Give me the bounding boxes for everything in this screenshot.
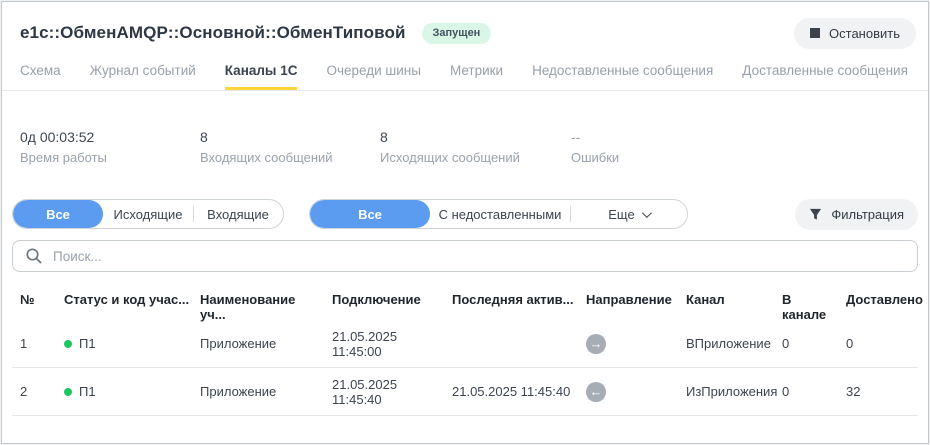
tab-bus-queues[interactable]: Очереди шины: [326, 63, 420, 91]
search-bar: [12, 240, 918, 272]
cell-number: 2: [20, 384, 28, 399]
tab-delivered-messages[interactable]: Доставленные сообщения: [742, 63, 908, 91]
cell-direction: ←: [578, 381, 678, 402]
cell-channel: ИзПриложения: [686, 384, 778, 399]
tab-bar: Схема Журнал событий Каналы 1С Очереди ш…: [2, 58, 928, 91]
cell-delivered: 0: [846, 336, 854, 351]
col-header-in-channel: В канале: [782, 292, 827, 322]
stat-incoming-value: 8: [200, 129, 208, 145]
status-code: П1: [79, 384, 96, 399]
status-online-dot-icon: [64, 339, 72, 348]
filtration-button[interactable]: Фильтрация: [795, 198, 918, 230]
header: e1c::ОбменAMQP::Основной::ОбменТиповой З…: [2, 2, 928, 58]
stats-row: 0д 00:03:52 Время работы 8 Входящих сооб…: [2, 91, 928, 165]
col-header-status-code: Статус и код учас...: [64, 292, 190, 307]
tab-metrics[interactable]: Метрики: [450, 63, 503, 91]
filter-toolbar: Все Исходящие Входящие Все С недоставлен…: [2, 198, 928, 230]
cell-number: 1: [20, 336, 28, 351]
cell-direction: →: [578, 333, 678, 354]
cell-name: Приложение: [200, 384, 277, 399]
stop-button[interactable]: Остановить: [794, 17, 916, 49]
stat-outgoing-label: Исходящих сообщений: [380, 150, 520, 165]
stat-errors-value: --: [571, 129, 581, 145]
col-header-number: №: [20, 292, 35, 307]
stop-icon: [810, 28, 821, 38]
col-header-name: Наименование уч...: [200, 292, 296, 322]
status-badge: Запущен: [421, 22, 492, 44]
search-icon: [26, 248, 42, 264]
stat-outgoing-messages: 8 Исходящих сообщений: [380, 129, 560, 165]
page-title: e1c::ОбменAMQP::Основной::ОбменТиповой: [20, 23, 406, 42]
table-row[interactable]: 2 П1 Приложение 21.05.2025 11:45:40 21.0…: [12, 368, 918, 416]
chevron-down-icon: [641, 207, 652, 218]
cell-connection: 21.05.2025 11:45:40: [332, 376, 398, 407]
tab-undelivered-messages[interactable]: Недоставленные сообщения: [532, 63, 713, 91]
delivery-filter-more[interactable]: Еще: [570, 200, 687, 228]
arrow-right-circle-icon: →: [586, 333, 606, 354]
tab-event-log[interactable]: Журнал событий: [90, 63, 196, 91]
cell-status: П1: [56, 384, 192, 399]
delivery-filter-all[interactable]: Все: [310, 200, 430, 228]
col-header-connection: Подключение: [332, 292, 421, 307]
status-code: П1: [79, 336, 96, 351]
filtration-button-label: Фильтрация: [831, 206, 904, 222]
cell-status: П1: [56, 336, 192, 351]
delivery-filter-more-label: Еще: [608, 206, 635, 222]
col-header-delivered: Доставлено: [846, 292, 923, 307]
stop-button-label: Остановить: [829, 25, 900, 41]
stat-incoming-label: Входящих сообщений: [200, 150, 333, 165]
cell-delivered: 32: [846, 384, 861, 399]
col-header-direction: Направление: [586, 292, 672, 307]
channels-table: № Статус и код учас... Наименование уч..…: [12, 292, 923, 416]
direction-filter-all[interactable]: Все: [13, 200, 103, 228]
stat-errors: -- Ошибки: [571, 129, 619, 165]
direction-filter-outgoing[interactable]: Исходящие: [103, 200, 193, 228]
cell-last-activity: 21.05.2025 11:45:40: [452, 384, 571, 399]
cell-channel: ВПриложение: [686, 336, 771, 351]
table-row[interactable]: 1 П1 Приложение 21.05.2025 11:45:00 → ВП…: [12, 320, 918, 368]
stat-uptime-value: 0д 00:03:52: [20, 129, 95, 145]
exchange-monitor-window: e1c::ОбменAMQP::Основной::ОбменТиповой З…: [1, 1, 929, 444]
cell-in-channel: 0: [782, 384, 790, 399]
cell-name: Приложение: [200, 336, 277, 351]
stat-outgoing-value: 8: [380, 129, 388, 145]
stat-uptime: 0д 00:03:52 Время работы: [20, 129, 200, 165]
direction-filter-incoming[interactable]: Входящие: [193, 200, 283, 228]
filter-funnel-icon: [810, 208, 822, 220]
cell-connection: 21.05.2025 11:45:00: [332, 328, 398, 359]
stat-errors-label: Ошибки: [571, 150, 620, 165]
cell-in-channel: 0: [782, 336, 790, 351]
tab-channels-1c[interactable]: Каналы 1С: [224, 63, 298, 90]
table-header-row: № Статус и код учас... Наименование уч..…: [12, 292, 923, 322]
direction-filter-group: Все Исходящие Входящие: [12, 199, 284, 229]
delivery-filter-group: Все С недоставленными Еще: [309, 199, 688, 229]
search-input[interactable]: [12, 240, 918, 272]
stat-uptime-label: Время работы: [20, 150, 107, 165]
col-header-last-activity: Последняя актив...: [452, 292, 574, 307]
tab-schema[interactable]: Схема: [20, 63, 61, 91]
arrow-left-circle-icon: ←: [586, 381, 606, 402]
col-header-channel: Канал: [686, 292, 725, 307]
delivery-filter-undelivered[interactable]: С недоставленными: [430, 200, 570, 228]
stat-incoming-messages: 8 Входящих сообщений: [200, 129, 380, 165]
status-online-dot-icon: [64, 387, 72, 396]
